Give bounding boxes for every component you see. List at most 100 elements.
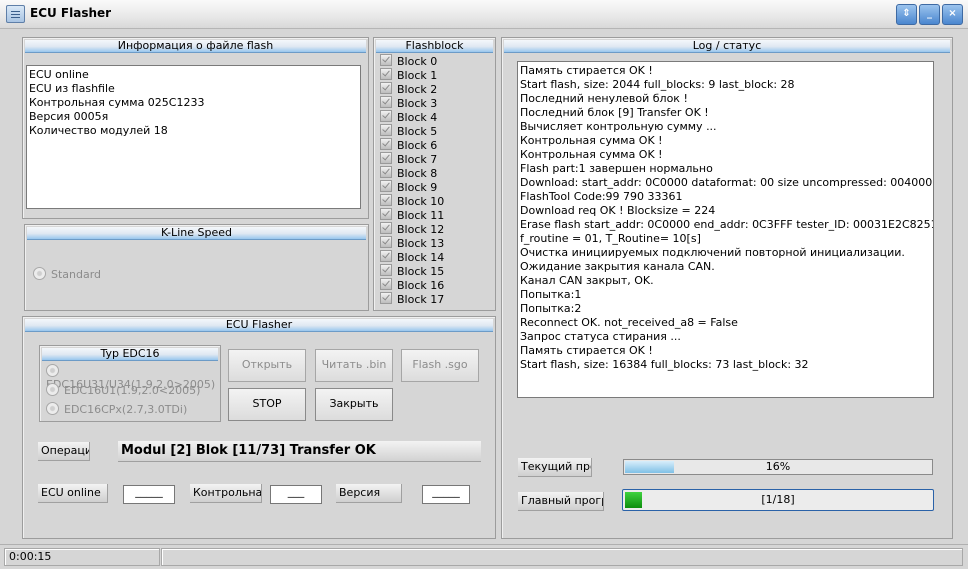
log-line: Вычисляет контрольную сумму ... [520,120,717,133]
log-line: Память стирается OK ! [520,64,653,77]
flashblock-label: Block 11 [397,209,445,222]
checkbox-icon [380,278,392,290]
flashblock-item[interactable]: Block 1 [380,68,437,82]
flashblock-label: Block 15 [397,265,445,278]
flashblock-item[interactable]: Block 12 [380,222,444,236]
flashblock-item[interactable]: Block 15 [380,264,444,278]
current-progress-bar: 16% [623,459,933,475]
flashblock-item[interactable]: Block 17 [380,292,444,306]
file-info-line: ECU online [29,68,89,81]
log-list[interactable]: Память стирается OK ! Start flash, size: … [517,61,934,398]
read-bin-button[interactable]: Читать .bin [315,349,393,382]
flashblock-item[interactable]: Block 6 [380,138,437,152]
main-progress-bar: [1/18] [622,489,934,511]
open-file-button[interactable]: Открыть файл [228,349,306,401]
flashblock-label: Block 2 [397,83,438,96]
edc16cpx-radio[interactable]: EDC16CPx(2.7,3.0TDi) [46,402,187,416]
flashblock-item[interactable]: Block 16 [380,278,444,292]
edc16u1-radio[interactable]: EDC16U1(1.9,2.0<2005) [46,383,200,397]
flashblock-item[interactable]: Block 3 [380,96,437,110]
edc16cpx-label: EDC16CPx(2.7,3.0TDi) [64,403,188,416]
log-line: Канал CAN закрыт, OK. [520,274,654,287]
radio-icon [33,267,46,280]
file-info-line: ECU из flashfile [29,82,115,95]
close-icon[interactable]: × [942,4,963,25]
status-bar: 0:00:15 [0,544,968,569]
app-icon[interactable] [6,5,25,23]
edc-type-group: Typ EDC16 EDC16U31/U34(1.9,2.0>2005) EDC… [39,345,221,422]
flashblock-item[interactable]: Block 0 [380,54,437,68]
restore-icon[interactable]: ⇕ [896,4,917,25]
minimize-icon[interactable]: _ [919,4,940,25]
checkbox-icon [380,264,392,276]
flashblock-item[interactable]: Block 5 [380,124,437,138]
log-line: Попытка:1 [520,288,582,301]
checkbox-icon [380,236,392,248]
log-title: Log / статус [504,40,950,53]
operations-label: Операци: [38,442,90,461]
flashblock-label: Block 5 [397,125,438,138]
radio-icon [46,402,59,415]
checkbox-icon [380,138,392,150]
flashblock-item[interactable]: Block 9 [380,180,437,194]
radio-icon [46,383,59,396]
flashblock-label: Block 10 [397,195,445,208]
edc16u1-label: EDC16U1(1.9,2.0<2005) [64,384,201,397]
log-panel: Log / статус Память стирается OK ! Start … [501,37,953,539]
main-progress-label: Главный прогр [518,492,604,511]
flashblock-item[interactable]: Block 2 [380,82,437,96]
flashblock-panel: Flashblock Block 0 Block 1 Block 2 Block 3B… [373,37,496,311]
log-line: Очистка инициируемых подключений повторн… [520,246,905,259]
close-button[interactable]: Закрыть [315,388,393,421]
checkbox-icon [380,110,392,122]
log-line: Контрольная сумма OK ! [520,148,663,161]
ecu-online-field: _____ [123,485,175,504]
log-line: Последний блок [9] Transfer OK ! [520,106,709,119]
flashblock-label: Block 8 [397,167,438,180]
flashblock-item[interactable]: Block 10 [380,194,444,208]
checkbox-icon [380,222,392,234]
checkbox-icon [380,54,392,66]
flashblock-item[interactable]: Block 7 [380,152,437,166]
flashblock-label: Block 4 [397,111,438,124]
flashblock-item[interactable]: Block 14 [380,250,444,264]
kline-title: K-Line Speed [27,227,366,240]
current-progress-text: 16% [765,460,791,473]
checkbox-icon [380,96,392,108]
ecu-flasher-title: ECU Flasher [25,319,493,332]
checkbox-icon [380,68,392,80]
log-line: Reconnect OK. not_received_a8 = False [520,316,738,329]
flashblock-label: Block 14 [397,251,445,264]
flashblock-item[interactable]: Block 11 [380,208,444,222]
main-progress-text: [1/18] [761,493,795,506]
kline-panel: K-Line Speed Standard [24,224,369,311]
checkbox-icon [380,82,392,94]
log-line: Последний ненулевой блок ! [520,92,688,105]
status-message [161,548,963,566]
flashblock-label: Block 9 [397,181,438,194]
checkbox-icon [380,124,392,136]
log-line: Запрос статуса стирания ... [520,330,681,343]
checkbox-icon [380,166,392,178]
log-line: Start flash, size: 2044 full_blocks: 9 l… [520,78,795,91]
kline-standard-radio[interactable]: Standard [33,267,101,281]
log-line: Flash part:1 завершен нормально [520,162,713,175]
flashblock-item[interactable]: Block 4 [380,110,437,124]
file-info-title: Информация о файле flash [25,40,366,53]
checkbox-icon [380,250,392,262]
flashblock-label: Block 16 [397,279,445,292]
flashblock-item[interactable]: Block 8 [380,166,437,180]
file-info-list[interactable]: ECU online ECU из flashfile Контрольная … [26,65,361,209]
log-line: Попытка:2 [520,302,582,315]
flash-sgo-button[interactable]: Flash .sgo [401,349,479,382]
flashblock-label: Block 6 [397,139,438,152]
flashblock-item[interactable]: Block 13 [380,236,444,250]
flashblock-label: Block 0 [397,55,438,68]
log-line: f_routine = 01, T_Routine= 10[s] [520,232,701,245]
log-line: FlashTool Code:99 790 33361 [520,190,683,203]
checkbox-icon [380,152,392,164]
flashblock-label: Block 12 [397,223,445,236]
checkbox-icon [380,208,392,220]
stop-button[interactable]: STOP [228,388,306,421]
log-line: Download: start_addr: 0C0000 dataformat:… [520,176,933,189]
